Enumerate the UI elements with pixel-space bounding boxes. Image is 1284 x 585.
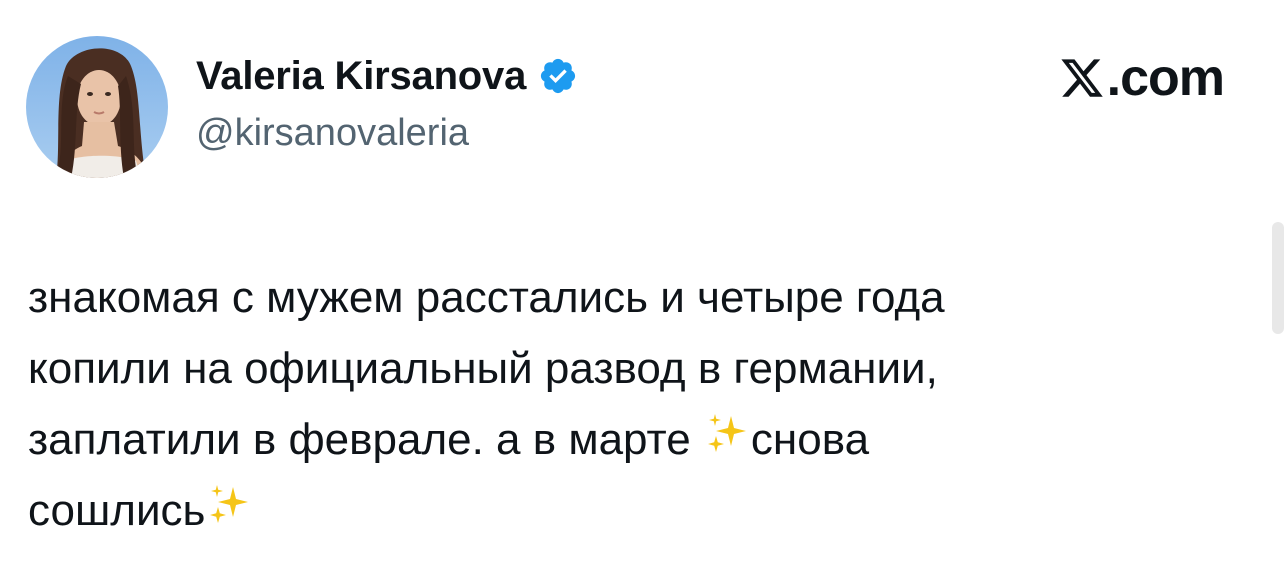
tweet-line-part: заплатили в феврале. а в марте bbox=[28, 415, 703, 464]
tweet-line-part: снова bbox=[750, 415, 870, 464]
tweet-line: сошлись bbox=[28, 475, 1228, 546]
avatar[interactable] bbox=[26, 36, 168, 178]
sparkles-emoji-icon bbox=[703, 408, 751, 456]
author-handle[interactable]: @kirsanovaleria bbox=[196, 112, 469, 155]
display-name[interactable]: Valeria Kirsanova bbox=[196, 54, 526, 99]
avatar-photo-icon bbox=[26, 36, 168, 178]
verified-badge-icon bbox=[538, 56, 578, 96]
tweet-line: заплатили в феврале. а в марте снова bbox=[28, 404, 1228, 475]
tweet-line: знакомая с мужем расстались и четыре год… bbox=[28, 273, 945, 322]
tweet-line: копили на официальный развод в германии, bbox=[28, 344, 938, 393]
site-logo: .com bbox=[1059, 49, 1225, 107]
scrollbar[interactable] bbox=[1272, 222, 1284, 334]
tweet-line-part: сошлись bbox=[28, 486, 206, 535]
author-row: Valeria Kirsanova bbox=[196, 52, 578, 100]
x-logo-icon bbox=[1059, 55, 1105, 101]
tweet-text: знакомая с мужем расстались и четыре год… bbox=[28, 262, 1228, 546]
tweet-card: Valeria Kirsanova @kirsanovaleria .com з… bbox=[0, 0, 1284, 585]
sparkles-emoji-icon bbox=[205, 479, 253, 527]
site-domain-text: .com bbox=[1106, 49, 1225, 107]
